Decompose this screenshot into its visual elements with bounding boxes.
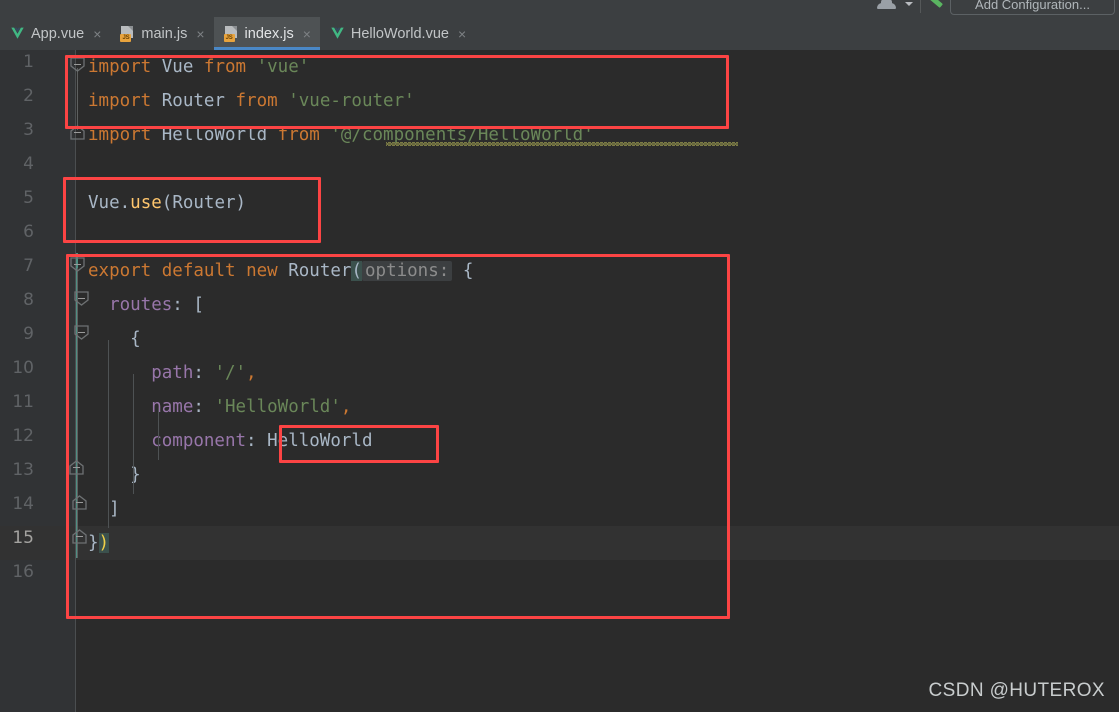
- tab-label: main.js: [141, 25, 188, 42]
- code-content[interactable]: import Vue from 'vue' import Router from…: [76, 50, 1119, 712]
- tab-index-js[interactable]: JS index.js ×: [213, 17, 321, 50]
- line-number-gutter: 1 2 3 4 5 6 7 8 9 10 11 12 13 14 15 16: [0, 50, 76, 712]
- code-line-11: name: 'HelloWorld',: [88, 397, 352, 417]
- line-number: 5: [23, 188, 34, 208]
- add-configuration-button[interactable]: Add Configuration...: [950, 0, 1115, 15]
- editor-tab-bar: App.vue × JS main.js × JS index.js × Hel…: [0, 17, 1119, 50]
- close-icon[interactable]: ×: [93, 27, 101, 41]
- line-number: 16: [12, 562, 34, 582]
- code-line-14: ]: [88, 499, 120, 519]
- toolbar-divider: [920, 0, 921, 13]
- code-editor[interactable]: 1 2 3 4 5 6 7 8 9 10 11 12 13 14 15 16 i…: [0, 50, 1119, 712]
- line-number: 10: [12, 358, 34, 378]
- indent-guide: [133, 374, 134, 494]
- vue-file-icon: [330, 27, 345, 40]
- line-number: 7: [23, 256, 34, 276]
- tab-main-js[interactable]: JS main.js ×: [110, 17, 213, 50]
- code-line-8: routes: [: [88, 295, 204, 315]
- tab-label: HelloWorld.vue: [350, 25, 449, 42]
- fold-marker-collapsed[interactable]: [72, 495, 87, 510]
- code-line-3: import HelloWorld from '@/components/Hel…: [88, 125, 594, 145]
- code-line-1: import Vue from 'vue': [88, 57, 310, 77]
- line-number: 11: [12, 392, 34, 412]
- close-icon[interactable]: ×: [303, 27, 311, 41]
- code-line-15: }): [88, 533, 110, 553]
- ide-window: Add Configuration... App.vue × JS main.j…: [0, 0, 1119, 712]
- code-line-2: import Router from 'vue-router': [88, 91, 415, 111]
- close-icon[interactable]: ×: [196, 27, 204, 41]
- tab-app-vue[interactable]: App.vue ×: [0, 17, 110, 50]
- fold-marker-collapsed[interactable]: [72, 529, 87, 544]
- js-file-icon: JS: [223, 25, 239, 42]
- fold-marker-expanded[interactable]: [74, 325, 89, 340]
- fold-marker-collapsed[interactable]: [69, 460, 84, 475]
- indent-guide: [108, 340, 109, 528]
- line-number: 4: [23, 154, 34, 174]
- vue-file-icon: [10, 27, 25, 40]
- code-line-12: component: HelloWorld: [88, 431, 373, 451]
- line-number: 14: [12, 494, 34, 514]
- parameter-hint: options:: [362, 261, 453, 281]
- line-number: 6: [23, 222, 34, 242]
- close-icon[interactable]: ×: [458, 27, 466, 41]
- tab-label: index.js: [244, 25, 294, 42]
- line-number: 9: [23, 324, 34, 344]
- indent-guide: [158, 408, 159, 460]
- line-number: 3: [23, 120, 34, 140]
- fold-marker-expanded[interactable]: [74, 291, 89, 306]
- tab-label: App.vue: [31, 25, 85, 42]
- code-line-7: export default new Router(options: {: [88, 261, 474, 281]
- run-icon[interactable]: [928, 0, 943, 12]
- watermark-text: CSDN @HUTEROX: [928, 680, 1105, 701]
- line-number-current: 15: [12, 528, 34, 548]
- js-file-icon: JS: [120, 25, 135, 42]
- chevron-down-icon[interactable]: [905, 2, 913, 6]
- line-number: 12: [12, 426, 34, 446]
- code-line-5: Vue.use(Router): [88, 193, 247, 213]
- inspection-squiggle: [386, 142, 738, 146]
- cloud-upload-icon[interactable]: [877, 0, 896, 10]
- line-number: 8: [23, 290, 34, 310]
- tab-helloworld-vue[interactable]: HelloWorld.vue ×: [320, 17, 475, 50]
- code-line-9: {: [88, 329, 141, 349]
- fold-marker-expanded[interactable]: [70, 257, 85, 272]
- line-number: 13: [12, 460, 34, 480]
- fold-marker-expanded[interactable]: [70, 57, 85, 72]
- main-toolbar: Add Configuration...: [0, 0, 1119, 17]
- line-number: 1: [23, 52, 34, 72]
- code-folding-column: [69, 50, 89, 712]
- code-line-10: path: '/',: [88, 363, 257, 383]
- line-number: 2: [23, 86, 34, 106]
- fold-marker-collapsed[interactable]: [70, 125, 85, 140]
